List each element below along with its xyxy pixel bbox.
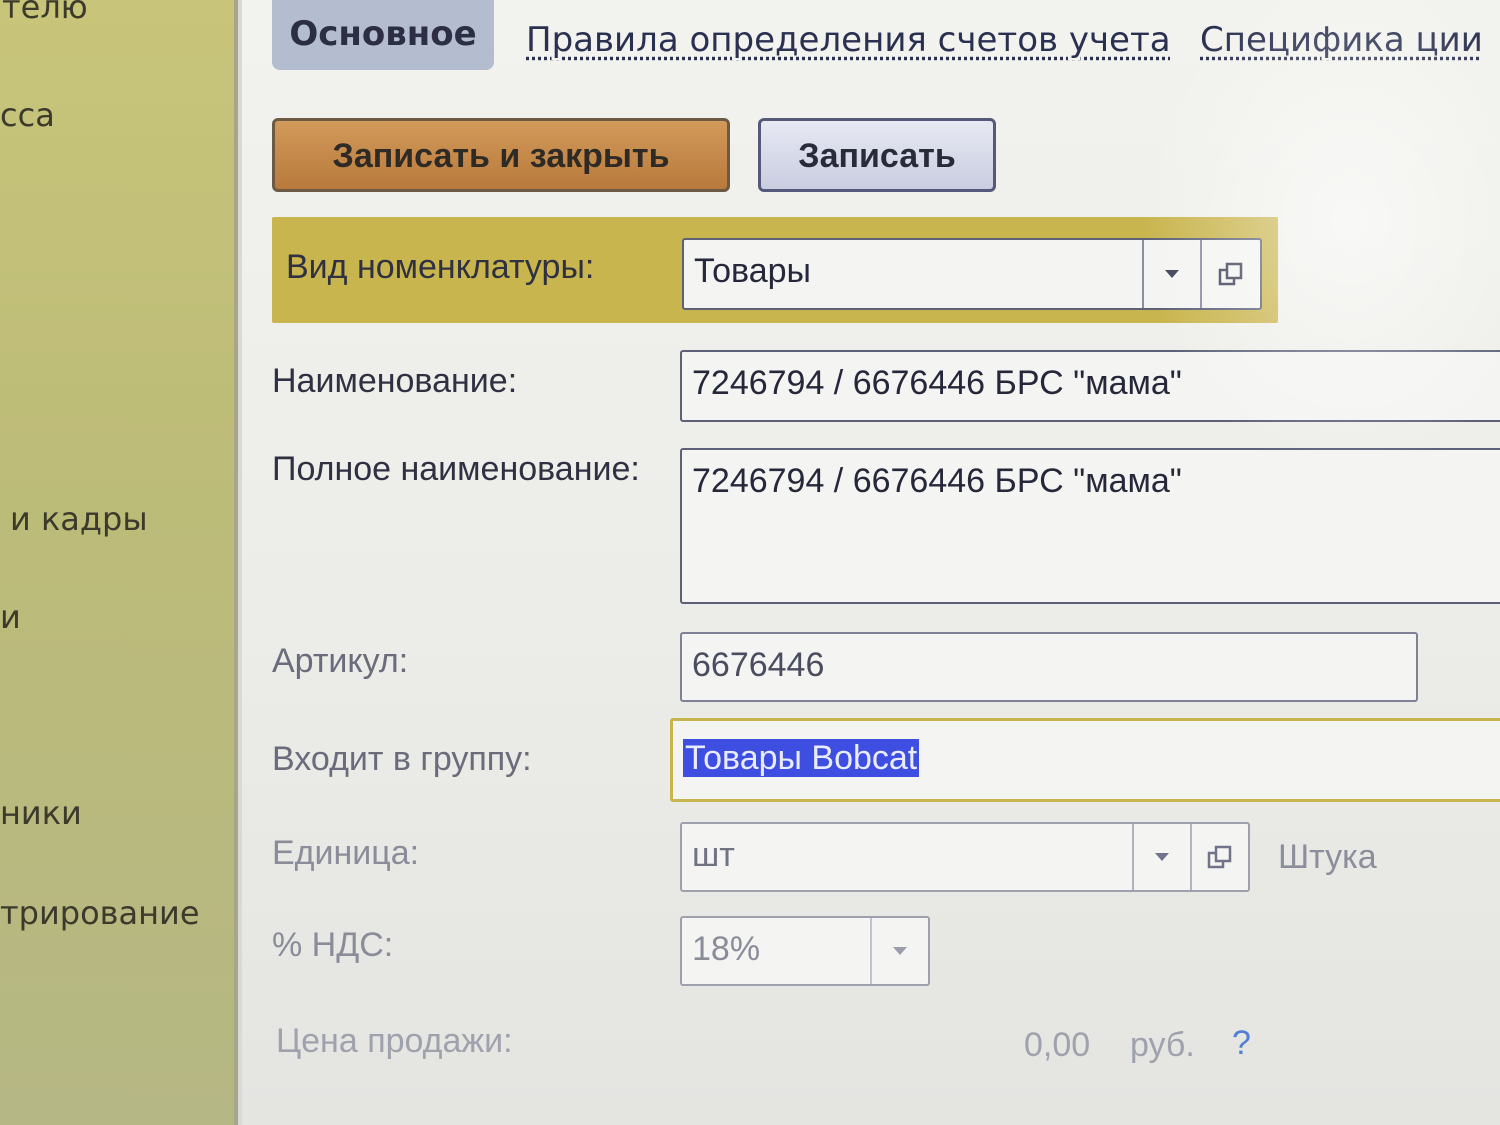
sidebar-item-5[interactable]: ники (0, 794, 82, 832)
unit-open-icon[interactable] (1190, 824, 1248, 890)
unit-full-name: Штука (1278, 838, 1377, 876)
vat-chevron-down-icon[interactable] (870, 918, 928, 984)
price-value[interactable]: 0,00 (1024, 1026, 1090, 1065)
chevron-down-icon[interactable] (1142, 240, 1200, 308)
name-label: Наименование: (272, 362, 518, 400)
vat-select[interactable]: 18% (680, 916, 930, 986)
sidebar-item-6[interactable]: трирование (0, 894, 200, 932)
tab-specifications[interactable]: Специфика ции (1200, 0, 1483, 70)
item-kind-value: Товары (694, 252, 811, 290)
item-form: Основное Правила определения счетов учет… (242, 0, 1500, 1125)
price-label: Цена продажи: (276, 1022, 513, 1060)
full-name-label: Полное наименование: (272, 450, 640, 488)
vat-value: 18% (692, 930, 761, 968)
help-icon[interactable]: ? (1232, 1024, 1251, 1063)
unit-label: Единица: (272, 834, 420, 872)
full-name-textarea[interactable]: 7246794 / 6676446 БРС "мама" (680, 448, 1500, 604)
save-and-close-button[interactable]: Записать и закрыть (272, 118, 730, 192)
unit-chevron-down-icon[interactable] (1132, 824, 1190, 890)
tab-main[interactable]: Основное (272, 0, 494, 70)
unit-select[interactable]: шт (680, 822, 1250, 892)
unit-value: шт (692, 836, 735, 874)
price-currency: руб. (1130, 1026, 1195, 1064)
sidebar: телю сса и кадры и ники трирование (0, 0, 238, 1125)
sidebar-item-3[interactable]: и кадры (10, 500, 148, 538)
group-value: Товары Bobcat (683, 739, 920, 777)
article-input[interactable]: 6676446 (680, 632, 1418, 702)
save-button[interactable]: Записать (758, 118, 996, 192)
group-label: Входит в группу: (272, 740, 532, 778)
sidebar-item-1[interactable]: телю (2, 0, 88, 26)
open-icon[interactable] (1200, 240, 1260, 308)
item-kind-select[interactable]: Товары (682, 238, 1262, 310)
article-label: Артикул: (272, 642, 409, 680)
tab-account-rules[interactable]: Правила определения счетов учета (526, 0, 1171, 70)
name-input[interactable]: 7246794 / 6676446 БРС "мама" (680, 350, 1500, 422)
item-kind-label: Вид номенклатуры: (286, 248, 595, 286)
sidebar-item-4[interactable]: и (0, 598, 21, 636)
vat-label: % НДС: (272, 926, 394, 964)
group-input[interactable]: Товары Bobcat (670, 718, 1500, 802)
sidebar-item-2[interactable]: сса (0, 96, 55, 134)
